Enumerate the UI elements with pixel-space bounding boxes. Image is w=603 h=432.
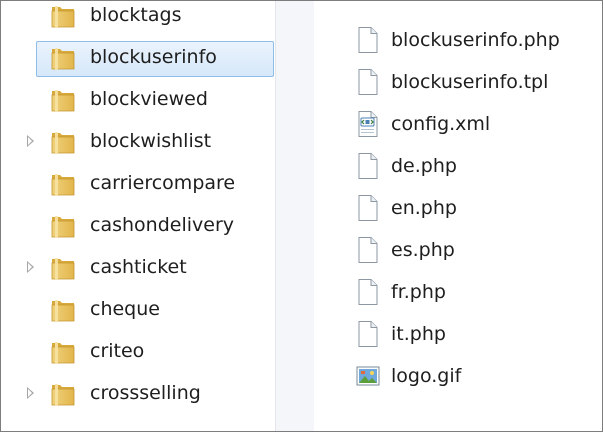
document-icon (356, 320, 380, 348)
file-item[interactable]: blockuserinfo.php (314, 19, 602, 61)
folder-icon (49, 171, 77, 197)
document-icon (356, 236, 380, 264)
tree-item-label: criteo (90, 340, 145, 362)
file-name-label: blockuserinfo.php (391, 29, 560, 51)
folder-icon (49, 3, 77, 29)
file-item[interactable]: config.xml (314, 103, 602, 145)
tree-item[interactable]: blockuserinfo (1, 37, 275, 79)
expand-arrow-icon[interactable] (27, 387, 34, 399)
tree-item[interactable]: cheque (1, 289, 275, 331)
pane-divider[interactable] (275, 1, 314, 431)
file-name-label: es.php (391, 239, 455, 261)
tree-item-label: blockviewed (90, 88, 208, 110)
tree-item-label: cashticket (90, 256, 187, 278)
file-item[interactable]: es.php (314, 229, 602, 271)
file-list-pane[interactable]: blockuserinfo.php blockuserinfo.tpl config… (314, 1, 602, 431)
tree-item-label: blockwishlist (90, 130, 212, 152)
tree-item-label: carriercompare (90, 172, 236, 194)
document-icon (356, 68, 380, 96)
navigation-pane[interactable]: blocktags blockuserinfo blockviewed blockwi… (1, 1, 275, 431)
tree-item[interactable]: cashticket (1, 247, 275, 289)
document-icon (356, 278, 380, 306)
file-item[interactable]: blockuserinfo.tpl (314, 61, 602, 103)
tree-item[interactable]: cashondelivery (1, 205, 275, 247)
file-item[interactable]: logo.gif (314, 355, 602, 397)
folder-icon (49, 339, 77, 365)
file-name-label: blockuserinfo.tpl (391, 71, 549, 93)
xml-file-icon (356, 110, 380, 138)
folder-icon (49, 297, 77, 323)
tree-item-label: crossselling (90, 382, 201, 404)
file-name-label: en.php (391, 197, 457, 219)
file-name-label: fr.php (391, 281, 446, 303)
tree-item[interactable]: carriercompare (1, 163, 275, 205)
tree-item-label: blockuserinfo (90, 46, 217, 68)
file-name-label: config.xml (391, 113, 491, 135)
folder-icon (49, 381, 77, 407)
tree-item[interactable]: blockviewed (1, 79, 275, 121)
tree-item-label: cheque (90, 298, 160, 320)
folder-icon (49, 255, 77, 281)
document-icon (356, 26, 380, 54)
expand-arrow-icon[interactable] (27, 261, 34, 273)
tree-item[interactable]: blockwishlist (1, 121, 275, 163)
file-name-label: it.php (391, 323, 446, 345)
file-item[interactable]: it.php (314, 313, 602, 355)
folder-icon (49, 45, 77, 71)
tree-item[interactable]: crossselling (1, 373, 275, 415)
document-icon (356, 194, 380, 222)
file-item[interactable]: en.php (314, 187, 602, 229)
explorer-window: blocktags blockuserinfo blockviewed blockwi… (0, 0, 603, 432)
expand-arrow-icon[interactable] (27, 135, 34, 147)
folder-icon (49, 213, 77, 239)
folder-icon (49, 87, 77, 113)
file-item[interactable]: de.php (314, 145, 602, 187)
file-name-label: logo.gif (391, 365, 462, 387)
folder-icon (49, 129, 77, 155)
file-item[interactable]: fr.php (314, 271, 602, 313)
tree-item-label: cashondelivery (90, 214, 234, 236)
image-file-icon (356, 362, 380, 390)
file-name-label: de.php (391, 155, 457, 177)
tree-item-label: blocktags (90, 4, 182, 26)
document-icon (356, 152, 380, 180)
tree-item[interactable]: blocktags (1, 1, 275, 37)
tree-item[interactable]: criteo (1, 331, 275, 373)
